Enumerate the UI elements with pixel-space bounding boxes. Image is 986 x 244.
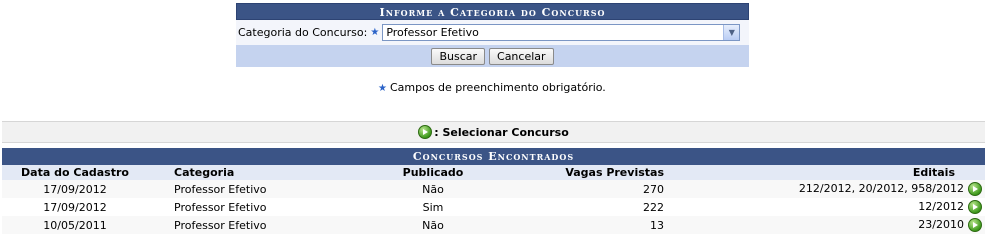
- column-header-date: Data do Cadastro: [2, 165, 148, 180]
- cell-date: 10/05/2011: [2, 216, 148, 234]
- select-contest-go-icon[interactable]: [968, 218, 982, 232]
- results-table-container: Concursos Encontrados Data do Cadastro C…: [2, 148, 985, 234]
- select-contest-go-icon[interactable]: [968, 200, 982, 214]
- cancel-button[interactable]: Cancelar: [489, 47, 554, 65]
- cell-published: Sim: [364, 198, 502, 216]
- search-form: Informe a Categoria do Concurso Categori…: [236, 3, 749, 69]
- cell-notices-text: 12/2012: [918, 200, 964, 213]
- select-contest-go-icon[interactable]: [968, 182, 982, 196]
- cell-notices: 12/2012: [668, 198, 985, 216]
- cell-notices: 23/2010: [668, 216, 985, 234]
- required-note: ★ Campos de preenchimento obrigatório.: [378, 81, 606, 94]
- column-header-category: Categoria: [148, 165, 364, 180]
- category-row: Categoria do Concurso: ★ Professor Efeti…: [236, 20, 749, 45]
- required-note-text: Campos de preenchimento obrigatório.: [389, 81, 606, 94]
- form-footer: Buscar Cancelar: [236, 45, 749, 67]
- category-select[interactable]: Professor Efetivo ▼: [382, 24, 741, 41]
- cell-category: Professor Efetivo: [148, 216, 364, 234]
- column-header-notices: Editais: [668, 165, 985, 180]
- cell-notices-text: 212/2012, 20/2012, 958/2012: [798, 182, 964, 195]
- table-header-row: Data do Cadastro Categoria Publicado Vag…: [2, 165, 985, 180]
- category-select-value: Professor Efetivo: [386, 26, 479, 39]
- cell-category: Professor Efetivo: [148, 180, 364, 198]
- cell-notices: 212/2012, 20/2012, 958/2012: [668, 180, 985, 198]
- legend-label: : Selecionar Concurso: [434, 125, 569, 139]
- results-table: Data do Cadastro Categoria Publicado Vag…: [2, 165, 985, 234]
- go-arrow-icon: [418, 125, 433, 139]
- cell-vacancies: 13: [502, 216, 668, 234]
- column-header-published: Publicado: [364, 165, 502, 180]
- form-header: Informe a Categoria do Concurso: [236, 3, 749, 20]
- category-label: Categoria do Concurso:: [238, 26, 368, 39]
- required-star-icon: ★: [378, 83, 387, 94]
- column-header-vacancies: Vagas Previstas: [502, 165, 668, 180]
- cell-vacancies: 222: [502, 198, 668, 216]
- required-star-icon: ★: [370, 27, 380, 38]
- table-row: 10/05/2011 Professor Efetivo Não 13 23/2…: [2, 216, 985, 234]
- table-row: 17/09/2012 Professor Efetivo Sim 222 12/…: [2, 198, 985, 216]
- search-button[interactable]: Buscar: [431, 47, 486, 65]
- cell-published: Não: [364, 180, 502, 198]
- table-row: 17/09/2012 Professor Efetivo Não 270 212…: [2, 180, 985, 198]
- cell-category: Professor Efetivo: [148, 198, 364, 216]
- legend-bar: : Selecionar Concurso: [2, 121, 985, 143]
- cell-date: 17/09/2012: [2, 180, 148, 198]
- cell-date: 17/09/2012: [2, 198, 148, 216]
- results-caption: Concursos Encontrados: [2, 148, 985, 165]
- cell-notices-text: 23/2010: [918, 218, 964, 231]
- cell-published: Não: [364, 216, 502, 234]
- chevron-down-icon[interactable]: ▼: [723, 25, 740, 40]
- cell-vacancies: 270: [502, 180, 668, 198]
